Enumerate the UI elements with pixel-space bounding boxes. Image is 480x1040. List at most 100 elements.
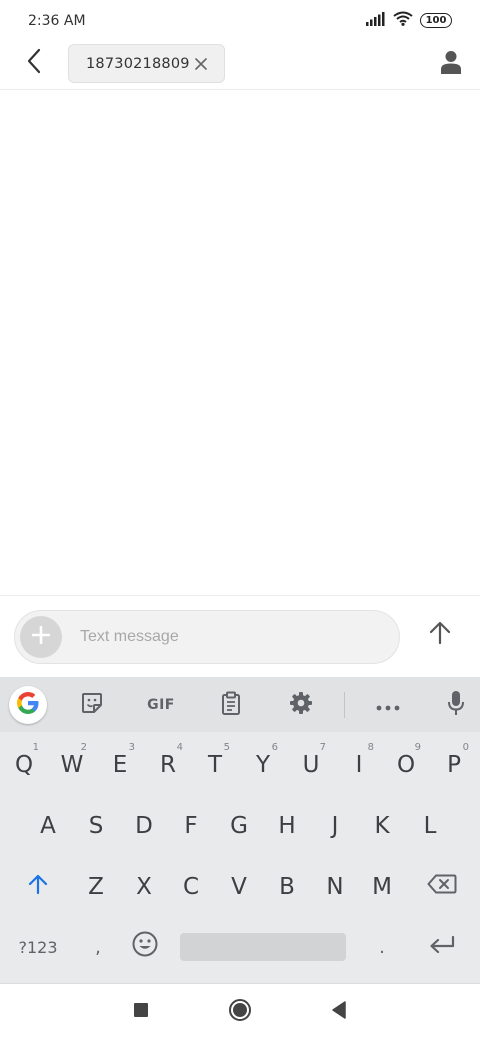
key-label: W (60, 752, 84, 778)
key-hint: 1 (32, 742, 39, 753)
wifi-icon (393, 11, 413, 30)
key-z[interactable]: Z (75, 862, 117, 912)
key-l[interactable]: L (409, 801, 451, 851)
recents-button[interactable] (128, 999, 154, 1025)
key-v[interactable]: V (218, 862, 260, 912)
home-button[interactable] (227, 999, 253, 1025)
space-key[interactable] (180, 933, 346, 961)
key-q[interactable]: Q1 (3, 740, 45, 790)
key-p[interactable]: P0 (433, 740, 475, 790)
triangle-back-icon (331, 1001, 347, 1023)
enter-key[interactable] (418, 922, 466, 972)
battery-indicator: 100 (420, 13, 452, 28)
key-label: E (112, 752, 128, 778)
status-icons: 100 (366, 11, 452, 30)
key-y[interactable]: Y6 (242, 740, 284, 790)
key-j[interactable]: J (314, 801, 356, 851)
key-n[interactable]: N (314, 862, 356, 912)
voice-input-button[interactable] (436, 686, 476, 724)
key-c[interactable]: C (170, 862, 212, 912)
period-key[interactable]: . (364, 922, 400, 972)
emoji-icon (132, 931, 158, 963)
attach-button[interactable] (20, 616, 62, 658)
key-f[interactable]: F (170, 801, 212, 851)
key-d[interactable]: D (123, 801, 165, 851)
status-time: 2:36 AM (28, 13, 86, 29)
contact-button[interactable] (438, 49, 464, 79)
shift-key[interactable] (14, 862, 62, 912)
more-horizontal-icon (376, 696, 400, 715)
message-input[interactable] (80, 611, 380, 663)
key-label: I (355, 752, 363, 778)
shift-arrow-icon (28, 873, 48, 901)
plus-icon (31, 625, 51, 648)
backspace-icon (427, 874, 457, 900)
soft-keyboard: G I F Q 1 W 2 E 3 R 4 T 5 Y 6 U 7 I 8 O 9 … (0, 677, 480, 983)
google-g-icon (16, 691, 40, 719)
key-hint: 6 (271, 742, 278, 753)
emoji-key[interactable] (126, 922, 164, 972)
square-icon (133, 1002, 149, 1022)
sticker-icon (80, 691, 104, 719)
key-label: O (396, 752, 416, 778)
comma-key[interactable]: , (80, 922, 116, 972)
system-navigation-bar (0, 983, 480, 1040)
gif-button[interactable]: GIF (141, 686, 181, 724)
key-label: Y (255, 752, 271, 778)
settings-button[interactable] (281, 686, 321, 724)
key-x[interactable]: X (123, 862, 165, 912)
key-i[interactable]: I8 (338, 740, 380, 790)
key-a[interactable]: A (27, 801, 69, 851)
key-r[interactable]: R4 (147, 740, 189, 790)
key-g[interactable]: G (218, 801, 260, 851)
key-hint: 0 (462, 742, 469, 753)
enter-icon (429, 934, 455, 960)
key-e[interactable]: E3 (99, 740, 141, 790)
send-button[interactable] (424, 619, 456, 651)
conversation-header: 18730218809 (0, 40, 480, 90)
key-h[interactable]: H (266, 801, 308, 851)
back-button[interactable] (20, 48, 48, 78)
key-hint: 5 (223, 742, 230, 753)
recipient-chip[interactable]: 18730218809 (68, 44, 225, 83)
key-label: Q (14, 752, 34, 778)
key-b[interactable]: B (266, 862, 308, 912)
message-input-container (14, 610, 400, 664)
recipient-number: 18730218809 (86, 55, 190, 72)
key-hint: 2 (80, 742, 87, 753)
key-label: R (160, 752, 176, 778)
google-button[interactable] (9, 686, 47, 724)
home-circle-icon (228, 998, 252, 1026)
key-t[interactable]: T5 (194, 740, 236, 790)
message-list (0, 91, 480, 595)
symbols-key[interactable]: ?123 (10, 922, 66, 972)
key-hint: 8 (367, 742, 374, 753)
back-arrow-icon (26, 48, 42, 78)
status-bar: 2:36 AM 100 (0, 0, 480, 40)
clipboard-icon (220, 691, 242, 719)
arrow-up-icon (429, 621, 451, 649)
more-button[interactable] (368, 686, 408, 724)
keyboard-toolbar: GIF (0, 677, 480, 732)
gif-label: GIF (147, 697, 175, 713)
key-m[interactable]: M (361, 862, 403, 912)
key-s[interactable]: S (75, 801, 117, 851)
toolbar-divider (344, 692, 345, 718)
signal-icon (366, 11, 386, 30)
backspace-key[interactable] (418, 862, 466, 912)
key-hint: 9 (414, 742, 421, 753)
composer-bar (0, 595, 480, 677)
key-k[interactable]: K (361, 801, 403, 851)
key-o[interactable]: O9 (385, 740, 427, 790)
person-icon (440, 50, 462, 78)
microphone-icon (447, 690, 465, 720)
key-hint: 4 (176, 742, 183, 753)
back-nav-button[interactable] (326, 999, 352, 1025)
sticker-button[interactable] (72, 686, 112, 724)
key-label: U (302, 752, 320, 778)
key-u[interactable]: U7 (290, 740, 332, 790)
clipboard-button[interactable] (211, 686, 251, 724)
remove-recipient-icon[interactable] (194, 57, 208, 71)
key-hint: 3 (128, 742, 135, 753)
key-w[interactable]: W2 (51, 740, 93, 790)
